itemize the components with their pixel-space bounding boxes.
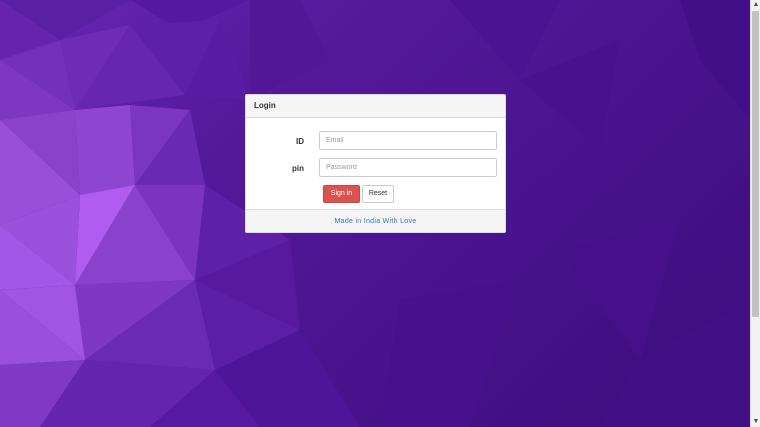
login-panel-heading: Login xyxy=(246,95,505,118)
scroll-up-arrow-icon[interactable]: ▲ xyxy=(751,0,760,10)
login-panel-footer: Made in India With Love xyxy=(246,209,505,232)
login-panel-title: Login xyxy=(254,101,276,110)
page-viewport: Login ID pin Sign in Reset Made in India… xyxy=(0,0,750,427)
login-panel: Login ID pin Sign in Reset Made in India… xyxy=(245,94,506,233)
made-in-india-link[interactable]: Made in India With Love xyxy=(335,218,417,225)
sign-in-button[interactable]: Sign in xyxy=(323,185,360,203)
scroll-down-arrow-icon[interactable]: ▼ xyxy=(751,417,760,427)
vertical-scrollbar[interactable]: ▲ ▼ xyxy=(750,0,760,427)
reset-button[interactable]: Reset xyxy=(362,185,394,203)
password-input[interactable] xyxy=(319,158,497,177)
scrollbar-thumb[interactable] xyxy=(752,11,759,317)
email-input[interactable] xyxy=(319,131,497,150)
pin-label: pin xyxy=(292,164,304,173)
id-label: ID xyxy=(296,137,304,146)
